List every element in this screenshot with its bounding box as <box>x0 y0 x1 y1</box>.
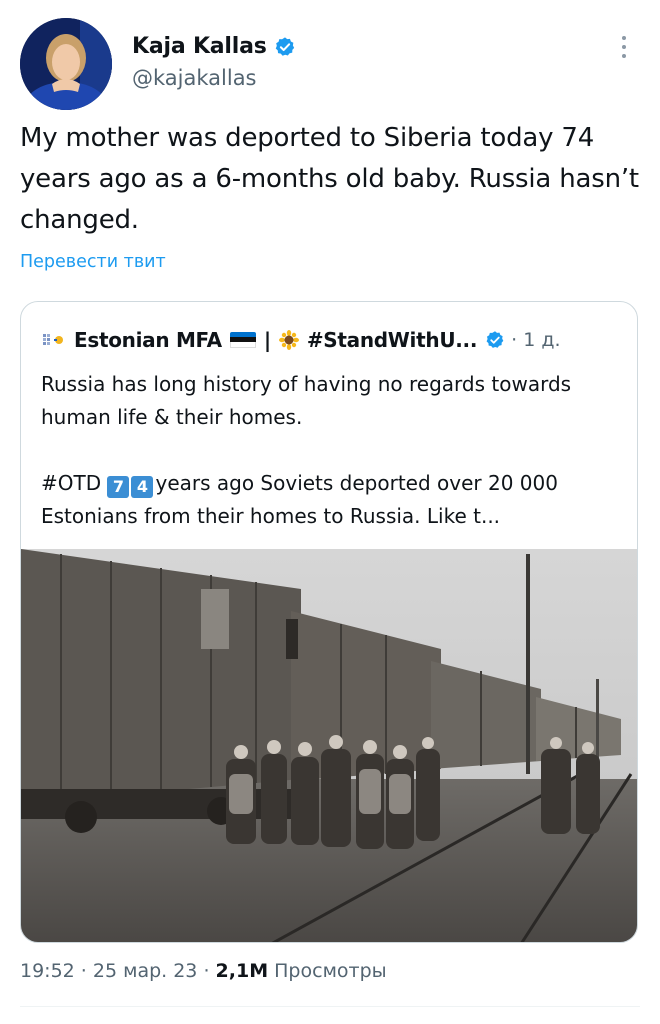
quote-header: Estonian MFA | #StandWithU... · 1 д. <box>42 328 561 352</box>
translate-tweet-link[interactable]: Перевести твит <box>20 252 166 272</box>
quoted-tweet-card[interactable]: Estonian MFA | #StandWithU... · 1 д. Rus… <box>20 301 638 943</box>
deportation-train-photo[interactable] <box>21 549 638 943</box>
sunflower-icon <box>278 330 299 350</box>
tweet-time[interactable]: 19:52 <box>20 960 75 982</box>
author-handle[interactable]: @kajakallas <box>132 66 257 90</box>
more-options-icon[interactable] <box>612 34 636 60</box>
otd-hashtag[interactable]: #OTD <box>41 471 101 495</box>
meta-separator: · <box>74 960 93 982</box>
quote-author-hashtag: #StandWithU... <box>306 328 478 352</box>
keycap-7: 7 <box>107 476 130 498</box>
meta-separator: · <box>197 960 216 982</box>
divider <box>20 1006 640 1007</box>
quote-separator: | <box>263 328 271 352</box>
mfa-logo-icon <box>43 334 63 345</box>
verified-badge-icon[interactable] <box>274 36 296 58</box>
quote-author-name[interactable]: Estonian MFA <box>74 328 222 352</box>
avatar[interactable] <box>20 18 112 110</box>
quote-dot: · <box>511 329 518 351</box>
quote-time[interactable]: 1 д. <box>523 329 560 351</box>
author-row: Kaja Kallas <box>132 34 296 59</box>
tweet-date[interactable]: 25 мар. 23 <box>93 960 198 982</box>
keycap-4: 4 <box>131 476 154 498</box>
quote-paragraph-2: #OTD 7 4 years ago Soviets deported over 2… <box>41 467 621 533</box>
quote-verified-badge-icon[interactable] <box>485 330 505 350</box>
views-label: Просмотры <box>268 960 387 982</box>
quote-text: Russia has long history of having no reg… <box>41 368 621 533</box>
tweet-text: My mother was deported to Siberia today … <box>20 123 639 235</box>
views-count: 2,1M <box>215 960 269 982</box>
quote-paragraph-1: Russia has long history of having no reg… <box>41 372 572 429</box>
profile-photo <box>20 18 112 110</box>
estonia-flag-icon <box>229 331 256 349</box>
tweet-meta: 19:52 · 25 мар. 23 · 2,1M Просмотры <box>20 960 387 982</box>
author-name[interactable]: Kaja Kallas <box>132 34 267 59</box>
